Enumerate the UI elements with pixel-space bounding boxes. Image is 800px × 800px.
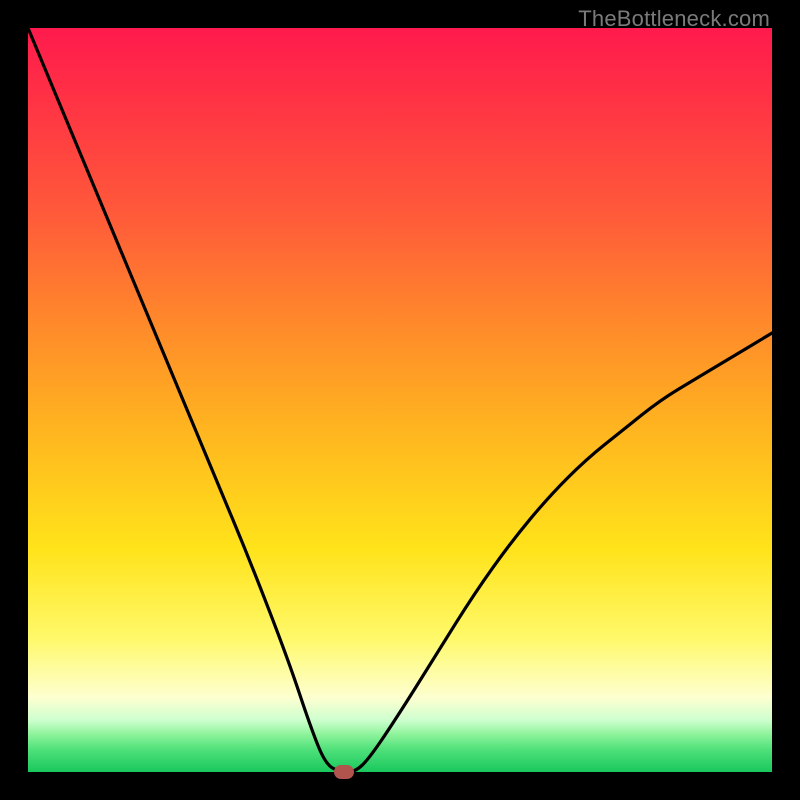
chart-frame: TheBottleneck.com [0, 0, 800, 800]
plot-area [28, 28, 772, 772]
bottleneck-curve [28, 28, 772, 772]
optimal-marker [334, 765, 354, 779]
watermark-text: TheBottleneck.com [578, 6, 770, 32]
